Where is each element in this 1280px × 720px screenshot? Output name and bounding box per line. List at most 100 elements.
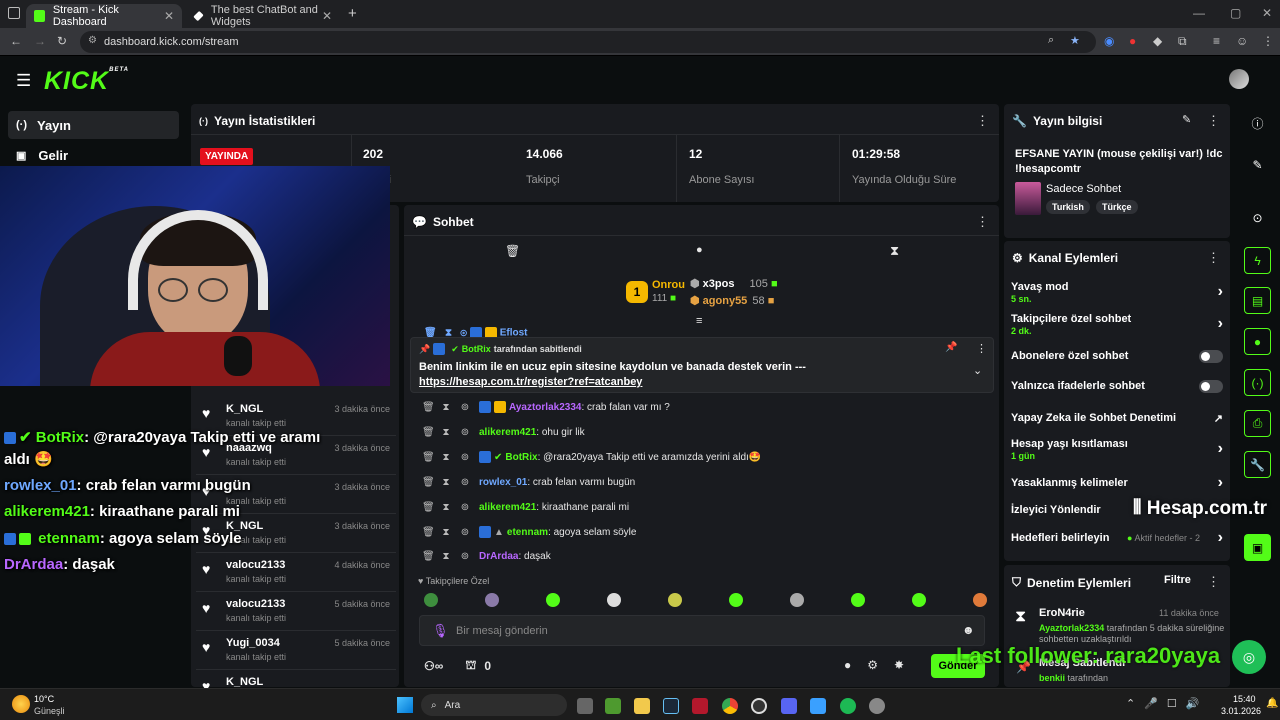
site-info-icon[interactable]: ⚙ xyxy=(88,35,97,46)
close-tab-icon[interactable]: ✕ xyxy=(322,9,332,23)
top-gifter-3[interactable]: ⬢ agony55 58 ■ xyxy=(690,294,774,307)
maximize-icon[interactable]: ▢ xyxy=(1230,6,1241,20)
support-chat-button[interactable]: ◎ xyxy=(1232,640,1266,674)
sidebar-item-gelir[interactable]: ▣ Gelir xyxy=(8,141,179,169)
bookmark-star-icon[interactable]: ★ xyxy=(1070,34,1080,47)
pinned-link[interactable]: https://hesap.com.tr/register?ref=atcanb… xyxy=(419,376,642,388)
follower-row[interactable]: ♥ Yugi_0034 kanalı takip etti 5 dakika önce xyxy=(196,631,396,670)
follower-name[interactable]: K_NGL xyxy=(226,676,263,688)
chat-bubble-icon[interactable]: ● xyxy=(844,658,851,672)
steam-icon[interactable] xyxy=(663,698,679,714)
tag-chip[interactable]: Türkçe xyxy=(1096,200,1138,214)
shield-icon[interactable]: ⊚ xyxy=(460,551,470,562)
hourglass-icon[interactable]: ⧗ xyxy=(441,452,451,463)
app-icon[interactable] xyxy=(810,698,826,714)
more-options-icon[interactable]: ⋮ xyxy=(1207,250,1220,266)
channel-action-item[interactable]: Yavaş mod 5 sn. › xyxy=(1011,281,1223,304)
top-gifter-2[interactable]: ⬢ x3pos 105 ■ xyxy=(690,277,778,290)
channel-action-item[interactable]: Abonelere özel sohbet xyxy=(1011,350,1223,362)
spotify-icon[interactable] xyxy=(840,698,856,714)
lightning-icon[interactable]: ϟ xyxy=(1244,247,1271,274)
category-name[interactable]: Sadece Sohbet xyxy=(1046,183,1121,195)
top-gifter-1[interactable]: Onrou 111 ■ xyxy=(652,279,685,304)
edit-pencil-icon[interactable]: ✎ xyxy=(1182,113,1191,126)
close-tab-icon[interactable]: ✕ xyxy=(164,9,174,23)
delete-icon[interactable]: 🗑 xyxy=(422,427,435,438)
reload-icon[interactable]: ↻ xyxy=(57,34,67,48)
file-explorer-icon[interactable] xyxy=(634,698,650,714)
shield-icon[interactable]: ⊚ xyxy=(460,402,470,413)
delete-icon[interactable]: 🗑 xyxy=(422,452,435,463)
wrench-icon[interactable]: 🔧 xyxy=(1244,451,1271,478)
chat-message[interactable]: 🗑 ⧗ ⊚ ✔ BotRix: @rara20yaya Takip etti ve ar… xyxy=(422,450,761,464)
chevron-right-icon[interactable]: › xyxy=(1218,529,1223,547)
broadcast-icon[interactable]: (·) xyxy=(1244,369,1271,396)
chat-message[interactable]: 🗑 ⧗ ⊚ alikerem421: kiraathane parali mi xyxy=(422,500,629,514)
browser-menu-icon[interactable]: ⋮ xyxy=(1262,34,1274,48)
chat-username[interactable]: BotRix xyxy=(505,452,537,463)
emote-icon[interactable] xyxy=(851,593,865,607)
shield-icon[interactable]: ⊚ xyxy=(460,502,470,513)
minimize-icon[interactable]: — xyxy=(1193,6,1205,20)
valorant-icon[interactable] xyxy=(692,698,708,714)
follower-name[interactable]: valocu2133 xyxy=(226,559,285,571)
external-link-icon[interactable]: ↗ xyxy=(1214,412,1223,425)
shield-icon[interactable]: ⊚ xyxy=(460,452,470,463)
chevron-right-icon[interactable]: › xyxy=(1218,315,1223,333)
users-icon[interactable]: ⚇∞ xyxy=(424,659,443,673)
hourglass-icon[interactable]: ⧗ xyxy=(890,243,899,259)
profile-avatar-icon[interactable]: ☺ xyxy=(1236,34,1248,48)
filter-button[interactable]: Filtre xyxy=(1164,574,1191,586)
follower-name[interactable]: K_NGL xyxy=(226,403,263,415)
user-avatar[interactable] xyxy=(1229,69,1249,89)
info-icon[interactable]: ⓘ xyxy=(1244,110,1271,137)
emote-icon[interactable] xyxy=(668,593,682,607)
emoji-picker-icon[interactable]: ☻ xyxy=(962,623,975,637)
new-tab-button[interactable]: + xyxy=(348,5,357,22)
hamburger-menu-icon[interactable]: ☰ xyxy=(16,71,31,91)
hourglass-icon[interactable]: ⧗ xyxy=(441,527,451,538)
emote-icon[interactable] xyxy=(973,593,987,607)
gear-icon[interactable]: ⚙ xyxy=(867,658,878,672)
delete-icon[interactable]: 🗑 xyxy=(422,477,435,488)
channel-action-item[interactable]: Yalnızca ifadelerle sohbet xyxy=(1011,380,1223,392)
delete-icon[interactable]: 🗑 xyxy=(422,527,435,538)
extension-icon[interactable]: ◆ xyxy=(1153,34,1162,48)
treasure-icon[interactable]: ⛫ xyxy=(465,658,476,674)
chat-username[interactable]: alikerem421 xyxy=(479,427,536,438)
delete-icon[interactable]: 🗑 xyxy=(422,402,435,413)
chevron-right-icon[interactable]: › xyxy=(1218,474,1223,492)
chat-message[interactable]: 🗑 ⧗ ⊚ ▲ etennam: agoya selam söyle xyxy=(422,525,636,539)
follower-row[interactable]: ♥ valocu2133 kanalı takip etti 5 dakika önc… xyxy=(196,592,396,631)
clock-time[interactable]: 15:40 xyxy=(1233,694,1256,704)
weather-icon[interactable] xyxy=(12,695,30,713)
channel-action-item[interactable]: Takipçilere özel sohbet 2 dk. › xyxy=(1011,313,1223,336)
hourglass-icon[interactable]: ⧗ xyxy=(441,502,451,513)
hourglass-icon[interactable]: ⧗ xyxy=(441,551,451,562)
reading-list-icon[interactable]: ≡ xyxy=(1213,34,1220,48)
close-window-icon[interactable]: ✕ xyxy=(1262,6,1272,20)
taskbar-search[interactable]: ⌕ Ara xyxy=(421,694,567,716)
tag-chip[interactable]: Turkish xyxy=(1046,200,1090,214)
tab-search-icon[interactable] xyxy=(8,7,20,19)
printer-icon[interactable]: ⎙ xyxy=(1244,410,1271,437)
clock-date[interactable]: 3.01.2026 xyxy=(1221,706,1261,716)
edit-pencil-icon[interactable]: ✎ xyxy=(1244,151,1271,178)
back-icon[interactable]: ← xyxy=(10,34,22,48)
channel-action-item[interactable]: Hesap yaşı kısıtlaması 1 gün › xyxy=(1011,438,1223,461)
kick-logo[interactable]: KICKBETA xyxy=(44,67,129,96)
unpin-icon[interactable]: 📌 xyxy=(945,342,957,353)
chat-username[interactable]: DrArdaa xyxy=(479,551,518,562)
camera-icon[interactable]: ⊙ xyxy=(1244,204,1271,231)
more-options-icon[interactable]: ⋮ xyxy=(1207,574,1220,590)
emote-icon[interactable] xyxy=(607,593,621,607)
follower-name[interactable]: Yugi_0034 xyxy=(226,637,280,649)
chrome-icon[interactable] xyxy=(722,698,738,714)
minecraft-icon[interactable] xyxy=(605,698,621,714)
more-options-icon[interactable]: ⋮ xyxy=(976,342,987,355)
settings-icon[interactable] xyxy=(869,698,885,714)
hourglass-icon[interactable]: ⧗ xyxy=(441,477,451,488)
channel-action-item[interactable]: Yasaklanmış kelimeler › xyxy=(1011,474,1223,492)
delete-icon[interactable]: 🗑 xyxy=(505,244,520,258)
badge-settings-icon[interactable]: ✸ xyxy=(894,658,904,672)
